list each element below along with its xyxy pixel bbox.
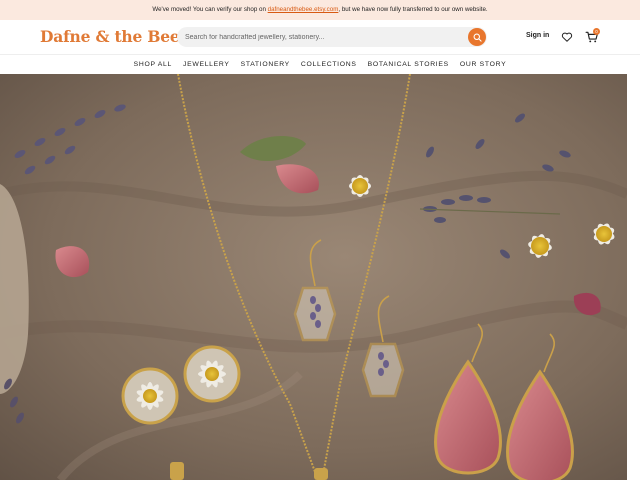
heart-icon[interactable]	[561, 31, 573, 43]
nav-stationery[interactable]: STATIONERY	[235, 61, 295, 68]
hero-image	[0, 74, 627, 480]
etsy-shop-link[interactable]: dafneandthebee.etsy.com	[268, 6, 339, 13]
search-input[interactable]	[185, 27, 465, 47]
nav-our-story[interactable]: OUR STORY	[454, 61, 511, 68]
search-icon	[473, 33, 482, 42]
nav-botanical-stories[interactable]: BOTANICAL STORIES	[362, 61, 454, 68]
page-scrollbar[interactable]	[627, 74, 640, 480]
announcement-prefix: We've moved! You can verify our shop on	[152, 6, 268, 13]
site-header: Dafne & the Bee Sign in 0	[0, 20, 640, 54]
announcement-bar: We've moved! You can verify our shop on …	[0, 0, 640, 20]
nav-jewellery[interactable]: JEWELLERY	[178, 61, 236, 68]
main-nav: SHOP ALL JEWELLERY STATIONERY COLLECTION…	[0, 54, 640, 74]
nav-collections[interactable]: COLLECTIONS	[295, 61, 362, 68]
search-button[interactable]	[468, 28, 486, 46]
announcement-suffix: , but we have now fully transferred to o…	[338, 6, 488, 13]
nav-shop-all[interactable]: SHOP ALL	[128, 61, 177, 68]
sign-in-link[interactable]: Sign in	[526, 32, 549, 39]
search-bar	[177, 27, 487, 47]
site-logo[interactable]: Dafne & the Bee	[40, 27, 180, 46]
cart-count-badge: 0	[593, 28, 600, 35]
hero-jewellery-photo	[0, 74, 627, 480]
